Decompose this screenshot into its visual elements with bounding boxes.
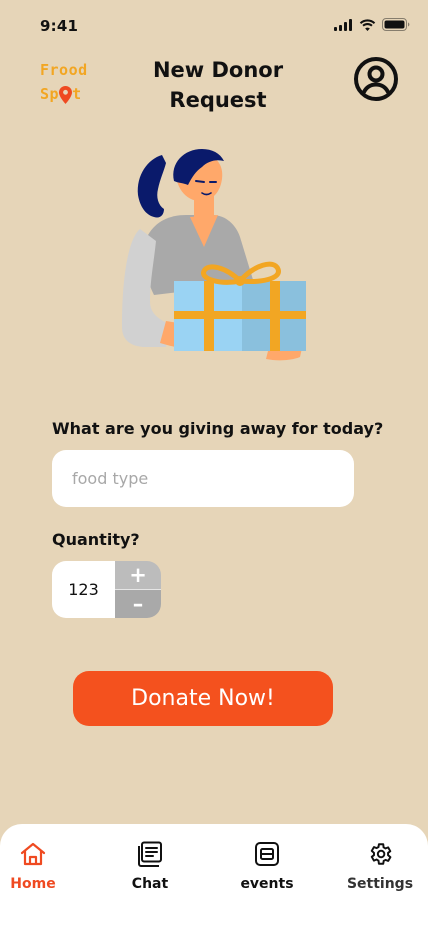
signal-icon: [334, 18, 352, 31]
quantity-increment-button[interactable]: +: [115, 561, 161, 590]
battery-icon: [382, 18, 410, 31]
page-title: New Donor Request: [140, 55, 296, 115]
stepper-buttons: + –: [115, 561, 161, 618]
nav-label-settings: Settings: [346, 876, 414, 892]
quantity-label: Quantity?: [52, 530, 140, 549]
profile-button[interactable]: [353, 56, 399, 102]
bottom-nav: Home Chat events Settings: [0, 824, 428, 926]
status-bar: 9:41: [0, 0, 428, 54]
nav-item-home[interactable]: Home: [0, 840, 78, 892]
logo-line2: Sp t: [40, 82, 110, 106]
quantity-stepper: 123 + –: [52, 561, 161, 618]
logo-line2-prefix: Sp: [40, 85, 60, 103]
status-time: 9:41: [40, 17, 79, 35]
map-pin-icon: [59, 85, 73, 104]
donor-gift-illustration: [122, 149, 306, 361]
food-type-input[interactable]: [52, 450, 354, 507]
status-icons: [334, 18, 410, 31]
logo-line2-suffix: t: [72, 85, 82, 103]
home-icon: [19, 840, 47, 868]
wifi-icon: [359, 18, 376, 31]
logo-line1: Frood: [40, 61, 88, 79]
donate-now-button[interactable]: Donate Now!: [73, 671, 333, 726]
quantity-value[interactable]: 123: [52, 561, 115, 618]
nav-item-events[interactable]: events: [222, 840, 312, 892]
app-logo: Frood Sp t: [40, 58, 110, 106]
quantity-decrement-button[interactable]: –: [115, 590, 161, 618]
nav-label-chat: Chat: [131, 876, 169, 892]
nav-label-home: Home: [10, 876, 56, 892]
food-type-question: What are you giving away for today?: [52, 419, 384, 438]
events-icon: [253, 840, 281, 868]
user-circle-icon: [354, 57, 398, 101]
chat-icon: [136, 840, 164, 868]
page-title-line2: Request: [169, 88, 267, 112]
gear-icon: [366, 840, 394, 868]
nav-item-chat[interactable]: Chat: [105, 840, 195, 892]
nav-item-settings[interactable]: Settings: [335, 840, 425, 892]
page-title-line1: New Donor: [152, 58, 284, 82]
nav-label-events: events: [240, 876, 294, 892]
